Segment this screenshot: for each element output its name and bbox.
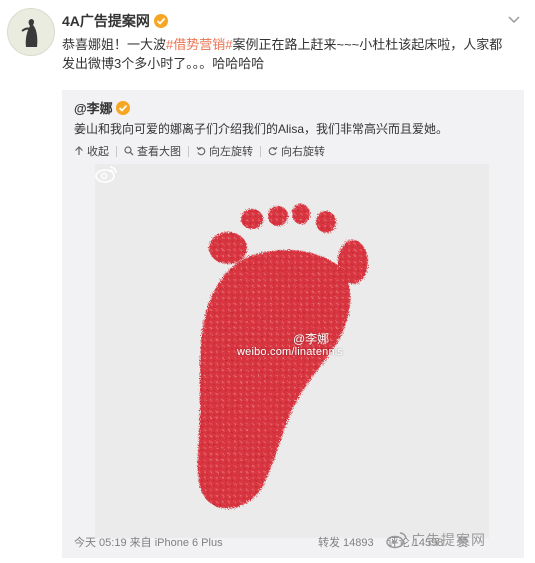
avatar[interactable] — [7, 8, 55, 56]
rotate-left-button[interactable]: 向左旋转 — [196, 143, 253, 159]
image-watermark-name: @李娜 — [293, 332, 330, 346]
verified-icon — [153, 14, 168, 28]
post-text: 恭喜娜姐！一大波#借势营销#案例正在路上赶来~~~小杜杜该起床啦，人家都发出微博… — [62, 35, 512, 73]
image-watermark-url: weibo.com/linatennis — [237, 346, 344, 358]
search-icon — [124, 146, 134, 156]
rotate-left-label: 向左旋转 — [209, 146, 253, 158]
post-meta[interactable]: 今天 05:19 来自 iPhone 6 Plus — [74, 534, 223, 550]
collapse-button[interactable]: 收起 — [74, 143, 109, 159]
repost-author-name[interactable]: @李娜 — [74, 98, 113, 117]
brand-logo-icon — [386, 532, 407, 549]
repost-count-link[interactable]: 转发 14893 — [318, 534, 374, 550]
toolbar-divider — [116, 145, 117, 157]
verified-icon — [115, 100, 130, 115]
brand-watermark-text: 广告提案网 — [411, 532, 486, 548]
rotate-right-label: 向右旋转 — [281, 146, 325, 158]
repost-box: @李娜 姜山和我向可爱的娜离子们介绍我们的Alisa，我们非常高兴而且爱她。 收… — [62, 90, 524, 558]
collapse-label: 收起 — [87, 146, 109, 158]
rotate-left-icon — [196, 146, 206, 156]
rotate-right-icon — [268, 146, 278, 156]
post-image[interactable]: @李娜 weibo.com/linatennis — [95, 164, 489, 538]
view-large-label: 查看大图 — [137, 146, 181, 158]
hashtag-link[interactable]: #借势营销# — [166, 37, 232, 52]
view-large-button[interactable]: 查看大图 — [124, 143, 181, 159]
weibo-logo-icon — [95, 166, 117, 183]
post-author-name[interactable]: 4A广告提案网 — [62, 11, 150, 31]
image-toolbar: 收起 查看大图 向左旋转 向右旋转 — [74, 143, 325, 159]
toolbar-divider — [260, 145, 261, 157]
chevron-down-icon[interactable] — [507, 12, 521, 24]
brand-watermark: 广告提案网 — [386, 530, 486, 550]
repost-author[interactable]: @李娜 — [74, 98, 130, 117]
collapse-icon — [75, 146, 83, 155]
rotate-right-button[interactable]: 向右旋转 — [268, 143, 325, 159]
post-text-part: 恭喜娜姐！一大波 — [62, 37, 167, 52]
repost-text: 姜山和我向可爱的娜离子们介绍我们的Alisa，我们非常高兴而且爱她。 — [74, 122, 449, 136]
toolbar-divider — [188, 145, 189, 157]
post-author[interactable]: 4A广告提案网 — [62, 11, 168, 31]
